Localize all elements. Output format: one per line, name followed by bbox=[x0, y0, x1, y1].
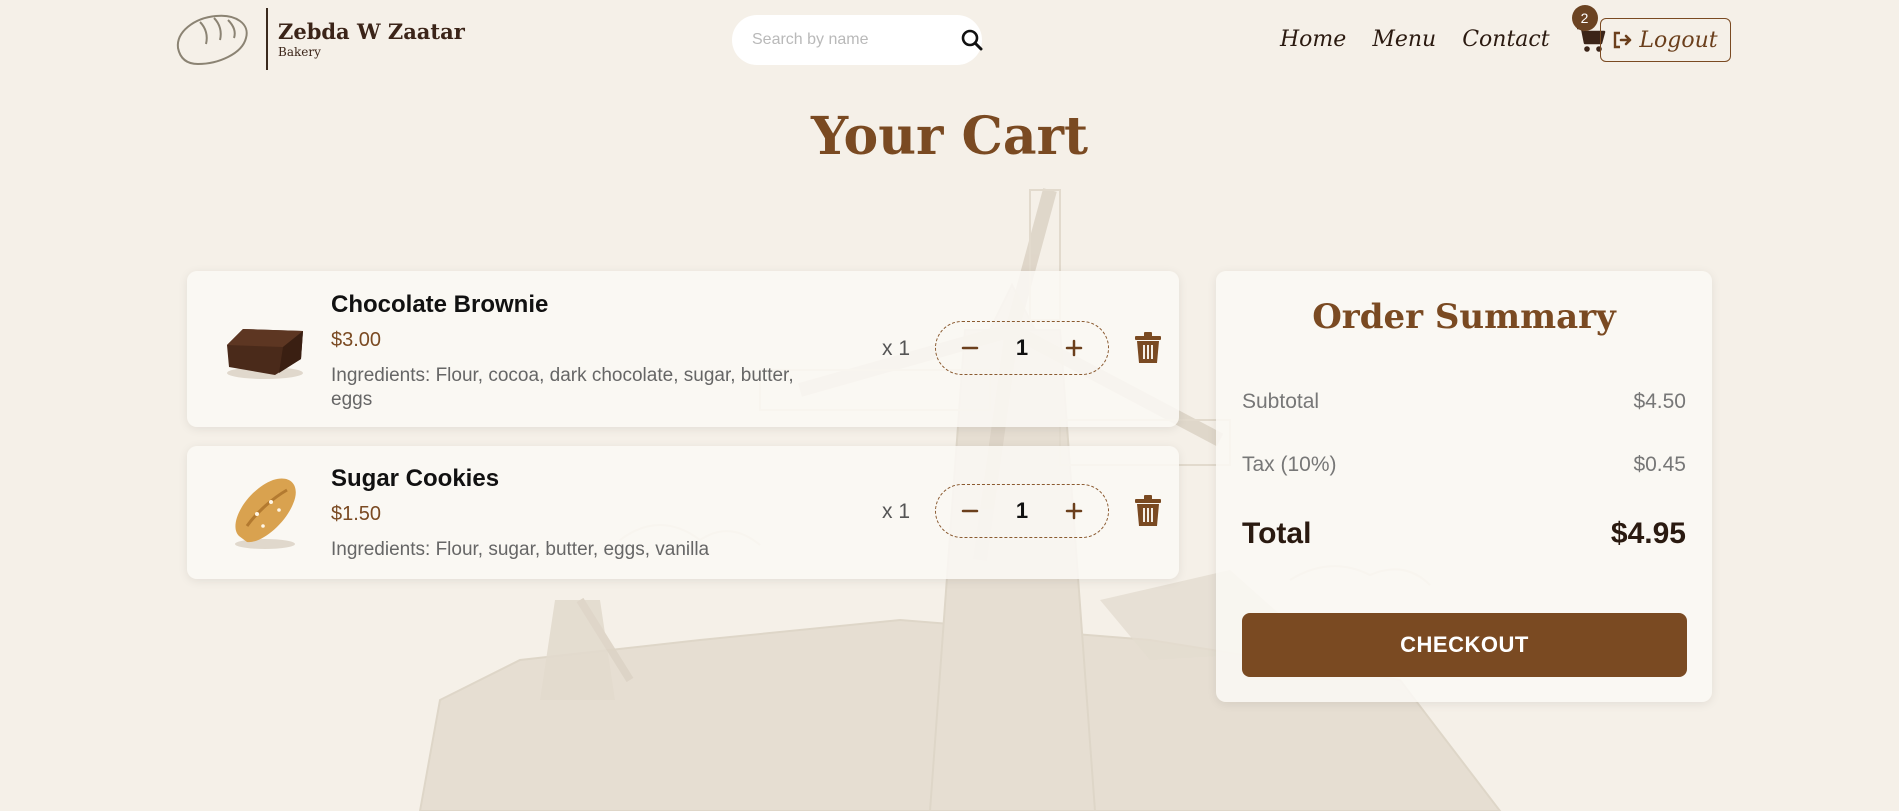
minus-icon bbox=[961, 346, 979, 350]
item-name: Chocolate Brownie bbox=[331, 291, 549, 318]
increase-quantity-button[interactable] bbox=[1062, 336, 1086, 360]
order-summary-panel: Order Summary Subtotal $4.50 Tax (10%) $… bbox=[1216, 271, 1712, 702]
checkout-button[interactable]: CHECKOUT bbox=[1242, 613, 1687, 677]
item-ingredients: Ingredients: Flour, sugar, butter, eggs,… bbox=[331, 539, 710, 560]
tax-row: Tax (10%) $0.45 bbox=[1242, 453, 1686, 477]
nav-home-link[interactable]: Home bbox=[1280, 20, 1346, 60]
total-label: Total bbox=[1242, 517, 1312, 550]
cookie-image bbox=[235, 478, 296, 549]
tax-value: $0.45 bbox=[1633, 453, 1686, 476]
brownie-image bbox=[227, 329, 303, 379]
item-quantity-label: x 1 bbox=[882, 337, 911, 360]
decrease-quantity-button[interactable] bbox=[958, 336, 982, 360]
trash-icon[interactable] bbox=[1134, 332, 1162, 364]
plus-icon bbox=[1065, 502, 1083, 520]
brand-logo[interactable]: Zebda W Zaatar Bakery bbox=[172, 8, 465, 70]
nav-menu-link[interactable]: Menu bbox=[1372, 20, 1436, 60]
order-summary-title: Order Summary bbox=[1312, 297, 1616, 337]
item-info: Chocolate Brownie $3.00 Ingredients: Flo… bbox=[331, 291, 851, 412]
subtotal-value: $4.50 bbox=[1633, 390, 1686, 413]
item-info: Sugar Cookies $1.50 Ingredients: Flour, … bbox=[331, 465, 851, 562]
page-title: Your Cart bbox=[810, 106, 1089, 167]
site-header: Zebda W Zaatar Bakery Home Menu Contact … bbox=[0, 0, 1899, 80]
item-price: $3.00 bbox=[331, 329, 382, 351]
search-input[interactable] bbox=[750, 30, 961, 50]
bread-loaf-icon bbox=[176, 14, 248, 66]
search-bar bbox=[732, 15, 983, 65]
item-quantity-label: x 1 bbox=[882, 500, 911, 523]
nav-contact-link[interactable]: Contact bbox=[1462, 20, 1549, 60]
search-icon[interactable] bbox=[961, 26, 983, 54]
main-nav: Home Menu Contact 2 bbox=[1280, 5, 1608, 60]
quantity-value: 1 bbox=[1015, 335, 1029, 360]
trash-icon[interactable] bbox=[1134, 495, 1162, 527]
tax-label: Tax (10%) bbox=[1242, 453, 1337, 476]
item-name: Sugar Cookies bbox=[331, 465, 500, 492]
cart-item: Chocolate Brownie $3.00 Ingredients: Flo… bbox=[187, 271, 1179, 427]
subtotal-row: Subtotal $4.50 bbox=[1242, 390, 1686, 414]
brand-text: Zebda W Zaatar Bakery bbox=[278, 21, 465, 58]
total-value: $4.95 bbox=[1610, 517, 1686, 550]
logout-label: Logout bbox=[1639, 27, 1718, 53]
plus-icon bbox=[1065, 339, 1083, 357]
item-ingredients: Ingredients: Flour, cocoa, dark chocolat… bbox=[331, 365, 794, 410]
logout-button[interactable]: Logout bbox=[1600, 18, 1731, 62]
brand-tagline: Bakery bbox=[278, 44, 321, 59]
quantity-value: 1 bbox=[1015, 498, 1029, 523]
minus-icon bbox=[961, 509, 979, 513]
decrease-quantity-button[interactable] bbox=[958, 499, 982, 523]
quantity-stepper: 1 bbox=[935, 484, 1109, 538]
sign-out-icon bbox=[1614, 31, 1632, 49]
brand-name: Zebda W Zaatar bbox=[278, 18, 465, 44]
quantity-stepper: 1 bbox=[935, 321, 1109, 375]
subtotal-label: Subtotal bbox=[1242, 390, 1320, 413]
total-row: Total $4.95 bbox=[1242, 517, 1686, 551]
increase-quantity-button[interactable] bbox=[1062, 499, 1086, 523]
cart-count-badge: 2 bbox=[1571, 5, 1598, 31]
item-price: $1.50 bbox=[331, 503, 382, 525]
logo-divider bbox=[266, 8, 268, 70]
cart-item-list: Chocolate Brownie $3.00 Ingredients: Flo… bbox=[187, 271, 1179, 598]
cart-item: Sugar Cookies $1.50 Ingredients: Flour, … bbox=[187, 446, 1179, 579]
